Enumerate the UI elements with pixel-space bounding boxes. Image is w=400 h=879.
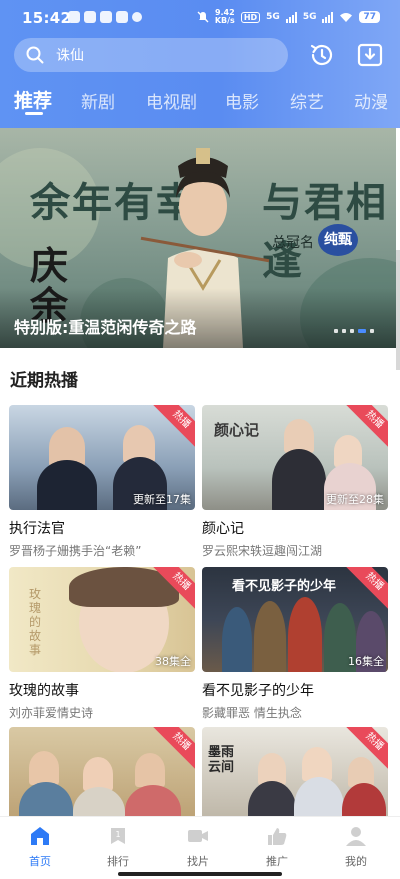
- video-title: 看不见影子的少年: [202, 683, 314, 699]
- status-indicators: 9.42 KB/s HD 5G 5G 77: [197, 9, 380, 25]
- carousel-dot[interactable]: [350, 329, 354, 333]
- video-title: 颜心记: [202, 521, 244, 537]
- active-tab-indicator: [25, 112, 43, 115]
- sponsor-label: 总冠名: [272, 235, 314, 251]
- hd-indicator: HD: [240, 11, 261, 23]
- search-placeholder: 诛仙: [56, 48, 84, 64]
- notification-icons: [68, 11, 142, 23]
- video-thumbnail: 颜心记 热播 更新至28集: [202, 405, 388, 510]
- nav-label: 我的: [345, 855, 367, 868]
- video-card[interactable]: 颜心记 热播 更新至28集 颜心记 罗云熙宋轶逗趣闯江湖: [202, 405, 388, 560]
- battery-indicator: 77: [359, 11, 380, 23]
- search-bar[interactable]: 诛仙: [14, 38, 288, 72]
- profile-icon: [346, 827, 366, 846]
- video-subtitle: 罗云熙宋轶逗趣闯江湖: [202, 544, 323, 558]
- sponsor-badge: 纯甄: [318, 224, 358, 256]
- video-thumbnail: 看不见影子的少年 热播 16集全: [202, 567, 388, 672]
- thumbnail-art-text: 看不见影子的少年: [232, 579, 337, 594]
- hero-banner[interactable]: 余年有幸 与君相逢 总冠名 纯甄 庆余 特别版:重温范闲传奇之路: [0, 128, 396, 348]
- wifi-icon: [340, 12, 353, 22]
- net-speed: 9.42 KB/s: [214, 8, 235, 25]
- notification-app-icon: [68, 11, 80, 23]
- signal-icon: [285, 11, 297, 23]
- svg-text:1: 1: [115, 830, 120, 839]
- tab-tv-series[interactable]: 电视剧: [146, 88, 197, 113]
- thumbnail-art-text: 玫瑰的故事: [29, 587, 42, 657]
- status-bar: 15:42 9.42 KB/s HD 5G 5G 77: [0, 0, 400, 36]
- home-icon: [31, 827, 49, 845]
- nav-label: 找片: [187, 855, 209, 868]
- scrollbar[interactable]: [396, 250, 400, 370]
- episode-count: 更新至17集: [133, 493, 191, 506]
- search-icon: [26, 46, 44, 64]
- video-card[interactable]: 热播 更新至17集 执行法官 罗晋杨子姗携手治“老赖”: [9, 405, 195, 560]
- notification-app-icon: [132, 12, 142, 22]
- carousel-dot[interactable]: [342, 329, 346, 333]
- carousel-dot[interactable]: [334, 329, 338, 333]
- episode-count: 38集全: [155, 655, 191, 668]
- video-card[interactable]: 看不见影子的少年 热播 16集全 看不见影子的少年 影藏罪恶 情生执念: [202, 567, 388, 722]
- nav-find-video[interactable]: 找片: [170, 825, 226, 869]
- tab-anime[interactable]: 动漫: [354, 88, 388, 113]
- video-title: 执行法官: [9, 521, 65, 537]
- carousel-dot-active[interactable]: [358, 329, 366, 333]
- tab-variety[interactable]: 综艺: [290, 88, 324, 113]
- video-thumbnail: 玫瑰的故事 热播 38集全: [9, 567, 195, 672]
- home-indicator[interactable]: [118, 872, 282, 876]
- carousel-dot[interactable]: [370, 329, 374, 333]
- notification-app-icon: [100, 11, 112, 23]
- episode-count: 更新至28集: [326, 493, 384, 506]
- nav-label: 推广: [266, 855, 288, 868]
- video-card[interactable]: 玫瑰的故事 热播 38集全 玫瑰的故事 刘亦菲爱情史诗: [9, 567, 195, 722]
- thumbnail-art-text: 墨雨 云间: [208, 745, 235, 775]
- status-time: 15:42: [22, 9, 72, 27]
- thumbs-up-icon: [268, 828, 287, 845]
- video-thumbnail: 热播 更新至17集: [9, 405, 195, 510]
- video-camera-icon: [188, 830, 208, 842]
- tab-new-drama[interactable]: 新剧: [81, 88, 115, 113]
- mute-bell-icon: [197, 11, 209, 23]
- sim2-label: 5G: [302, 12, 317, 22]
- hot-badge: 热播: [152, 405, 195, 449]
- notification-app-icon: [116, 11, 128, 23]
- tab-movies[interactable]: 电影: [225, 88, 259, 113]
- notification-app-icon: [84, 11, 96, 23]
- nav-label: 首页: [29, 855, 51, 868]
- video-subtitle: 影藏罪恶 情生执念: [202, 706, 302, 720]
- video-title: 玫瑰的故事: [9, 683, 79, 699]
- bottom-navigation: 首页 1 排行 找片 推广 我的: [0, 816, 400, 879]
- nav-promote[interactable]: 推广: [249, 825, 305, 869]
- sim1-label: 5G: [266, 12, 280, 22]
- nav-profile[interactable]: 我的: [328, 825, 384, 869]
- app-header: 15:42 9.42 KB/s HD 5G 5G 77 诛仙 推荐 新剧 电视剧…: [0, 0, 400, 128]
- download-icon[interactable]: [356, 41, 384, 69]
- banner-caption: 特别版:重温范闲传奇之路: [14, 318, 197, 337]
- ranking-icon: 1: [111, 828, 125, 844]
- signal-icon: [322, 11, 334, 23]
- category-tabs: 推荐 新剧 电视剧 电影 综艺 动漫: [0, 86, 400, 116]
- thumbnail-art-text: 颜心记: [214, 421, 260, 439]
- episode-count: 16集全: [348, 655, 384, 668]
- video-subtitle: 罗晋杨子姗携手治“老赖”: [9, 544, 142, 558]
- video-subtitle: 刘亦菲爱情史诗: [9, 706, 94, 720]
- nav-ranking[interactable]: 1 排行: [90, 825, 146, 869]
- nav-label: 排行: [107, 855, 129, 868]
- history-icon[interactable]: [308, 41, 336, 69]
- hot-badge: 热播: [345, 567, 388, 611]
- section-title: 近期热播: [10, 371, 78, 391]
- tab-recommended[interactable]: 推荐: [14, 86, 52, 113]
- carousel-dots[interactable]: [334, 329, 374, 333]
- nav-home[interactable]: 首页: [12, 825, 68, 869]
